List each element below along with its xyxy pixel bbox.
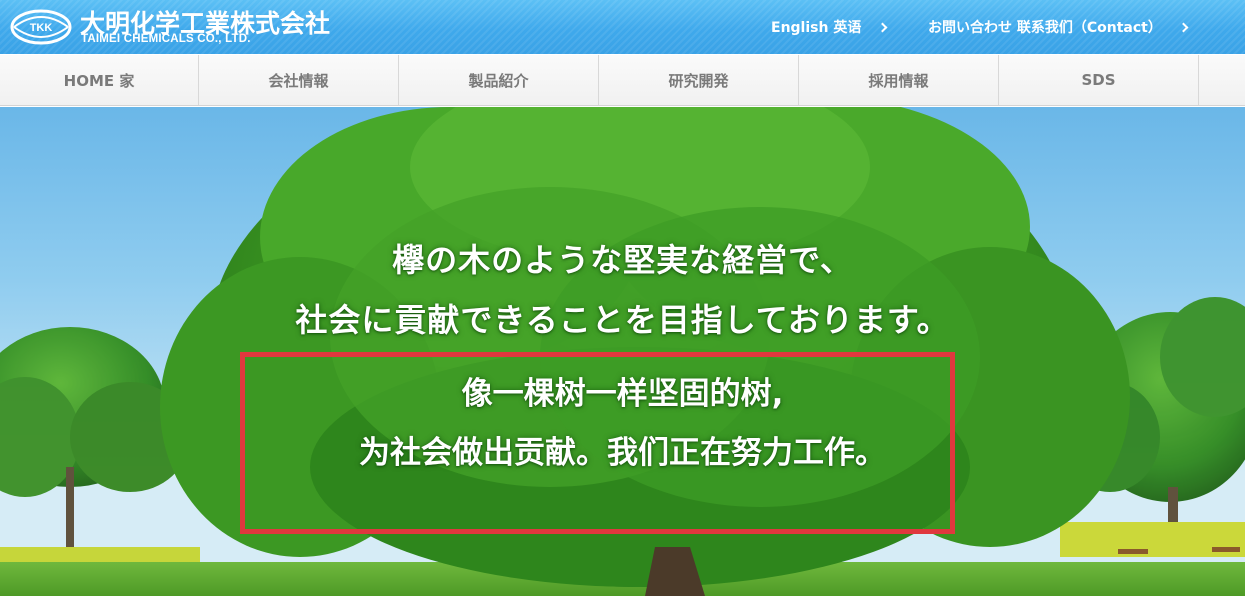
company-logo[interactable]: TKK 大明化学工業株式会社 TAIMEI CHEMICALS CO., LTD…	[10, 6, 340, 48]
nav-item-home[interactable]: HOME 家	[0, 55, 199, 105]
header-bar: TKK 大明化学工業株式会社 TAIMEI CHEMICALS CO., LTD…	[0, 0, 1245, 54]
hero-banner: 欅の木のような堅実な経営で、 社会に貢献できることを目指しております。 像一棵树…	[0, 107, 1245, 596]
chevron-right-icon	[1178, 22, 1189, 32]
svg-text:TKK: TKK	[30, 22, 53, 34]
main-nav: HOME 家 会社情報 製品紹介 研究開発 採用情報 SDS	[0, 54, 1245, 106]
headline-jp-line-2: 社会に貢献できることを目指しております。	[295, 301, 950, 339]
chevron-right-icon	[877, 22, 888, 32]
headline-jp-line-1: 欅の木のような堅実な経営で、	[392, 241, 853, 279]
nav-item-company-info[interactable]: 会社情報	[199, 55, 399, 105]
tkk-logo-icon: TKK	[10, 9, 72, 45]
contact-link-label: お問い合わせ 联系我们（Contact）	[928, 20, 1162, 36]
nav-item-sds[interactable]: SDS	[999, 55, 1199, 105]
nav-item-products[interactable]: 製品紹介	[399, 55, 599, 105]
nav-item-research[interactable]: 研究開発	[599, 55, 799, 105]
english-link-label: English 英语	[771, 20, 862, 36]
company-name-en: TAIMEI CHEMICALS CO., LTD.	[81, 33, 251, 45]
english-link[interactable]: English 英语	[771, 16, 888, 38]
headline-cn-line-1: 像一棵树一样坚固的树,	[461, 376, 784, 412]
contact-link[interactable]: お問い合わせ 联系我们（Contact）	[928, 16, 1189, 38]
headline-cn-line-2: 为社会做出贡献。我们正在努力工作。	[359, 435, 886, 471]
nav-item-recruit[interactable]: 採用情報	[799, 55, 999, 105]
